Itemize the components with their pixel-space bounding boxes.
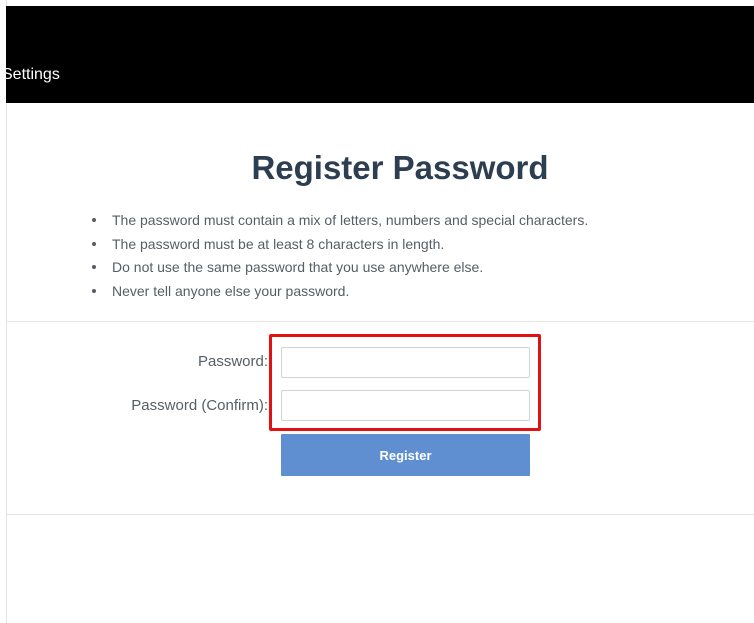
password-rule-item: Do not use the same password that you us…	[92, 256, 588, 280]
password-rule-text: The password must contain a mix of lette…	[112, 212, 589, 228]
password-rule-item: The password must contain a mix of lette…	[92, 209, 588, 233]
bullet-icon	[92, 218, 96, 222]
bullet-icon	[92, 288, 96, 293]
password-rule-item: The password must be at least 8 characte…	[92, 233, 588, 257]
password-rule-text: Do not use the same password that you us…	[112, 259, 484, 275]
password-fields-highlight	[269, 334, 541, 431]
password-rule-text: Never tell anyone else your password.	[112, 282, 350, 299]
top-header-bar: Settings	[6, 6, 754, 103]
form-bottom-divider	[6, 514, 754, 515]
bullet-icon	[92, 241, 96, 246]
section-divider	[6, 321, 754, 322]
password-label: Password:	[197, 353, 268, 370]
register-button[interactable]: Register	[281, 434, 530, 476]
page-title: Register Password	[251, 149, 549, 186]
password-rule-text: The password must be at least 8 characte…	[112, 235, 445, 252]
bullet-icon	[92, 265, 96, 269]
register-password-screen: Settings Register Password The password …	[0, 0, 754, 623]
password-confirm-label: Password (Confirm):	[131, 397, 268, 414]
password-rule-item: Never tell anyone else your password.	[92, 280, 588, 304]
header-title: Settings	[6, 66, 60, 83]
password-rules-list: The password must contain a mix of lette…	[92, 209, 588, 303]
